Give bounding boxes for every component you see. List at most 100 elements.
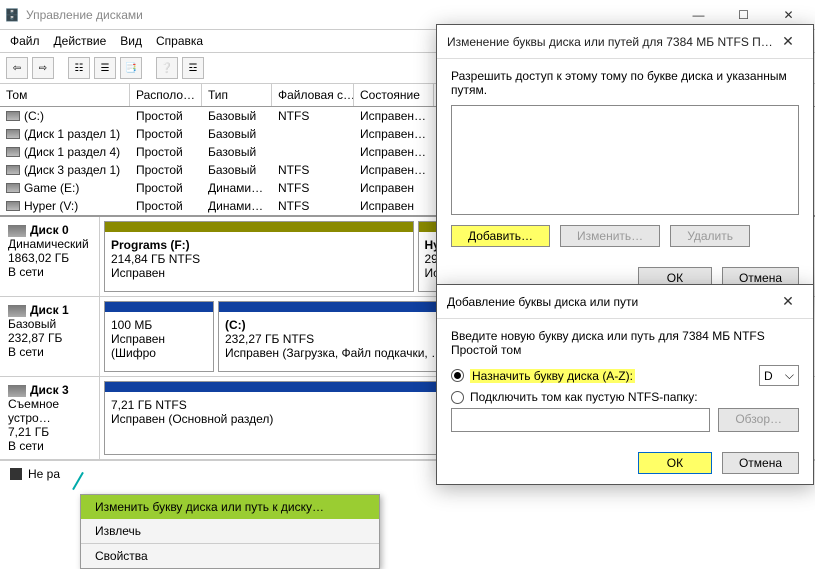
disk3-status: В сети: [8, 439, 91, 453]
radio-assign-letter[interactable]: [451, 369, 464, 382]
tool-back[interactable]: ⇦: [6, 57, 28, 79]
vol-layout: Простой: [130, 144, 202, 160]
menu-view[interactable]: Вид: [120, 34, 142, 48]
dlg2-title: Добавление буквы диска или пути: [447, 295, 773, 309]
tool-fwd[interactable]: ⇨: [32, 57, 54, 79]
disk-icon: [8, 225, 26, 237]
disk-icon: [8, 305, 26, 317]
vol-type: Базовый: [202, 144, 272, 160]
disk0-part-programs[interactable]: Programs (F:) 214,84 ГБ NTFS Исправен: [104, 221, 414, 292]
mount-path-input[interactable]: [451, 408, 710, 432]
volume-icon: [6, 183, 20, 193]
menu-file[interactable]: Файл: [10, 34, 40, 48]
vol-fs: [272, 133, 354, 135]
ctx-change-letter[interactable]: Изменить букву диска или путь к диску…: [81, 495, 379, 519]
vol-type: Динами…: [202, 198, 272, 214]
tool-props[interactable]: ☲: [182, 57, 204, 79]
disk0-type: Динамический: [8, 237, 91, 251]
vol-name: (C:): [24, 109, 44, 123]
dlg1-close[interactable]: ✕: [773, 33, 803, 50]
disk1-part-sys[interactable]: 100 МБ Исправен (Шифро: [104, 301, 214, 372]
vol-layout: Простой: [130, 180, 202, 196]
col-layout[interactable]: Располо…: [130, 84, 202, 106]
legend-unalloc: Не ра: [28, 467, 60, 481]
dlg2-opt-letter-label: Назначить букву диска (A-Z):: [470, 369, 635, 383]
disk-label-3[interactable]: Диск 3 Съемное устро… 7,21 ГБ В сети: [0, 377, 100, 459]
legend-swatch: [10, 468, 22, 480]
drive-letter-select[interactable]: D ⌵: [759, 365, 799, 386]
ctx-eject[interactable]: Извлечь: [81, 519, 379, 543]
vol-fs: NTFS: [272, 108, 354, 124]
menu-help[interactable]: Справка: [156, 34, 203, 48]
vol-fs: NTFS: [272, 162, 354, 178]
volume-icon: [6, 201, 20, 211]
disk-label-1[interactable]: Диск 1 Базовый 232,87 ГБ В сети: [0, 297, 100, 376]
disk3-title: Диск 3: [30, 383, 69, 397]
disk1-title: Диск 1: [30, 303, 69, 317]
disk1-status: В сети: [8, 345, 91, 359]
vol-fs: NTFS: [272, 180, 354, 196]
tool-help[interactable]: ❔: [156, 57, 178, 79]
disk-icon: [8, 385, 26, 397]
disk-label-0[interactable]: Диск 0 Динамический 1863,02 ГБ В сети: [0, 217, 100, 296]
app-icon: 🗄️: [4, 7, 20, 23]
dlg1-remove-button[interactable]: Удалить: [670, 225, 750, 247]
vol-state: Исправен…: [354, 108, 434, 124]
volume-icon: [6, 147, 20, 157]
vol-state: Исправен: [354, 180, 434, 196]
dlg1-path-list[interactable]: [451, 105, 799, 215]
disk1-type: Базовый: [8, 317, 91, 331]
vol-name: Hyper (V:): [24, 199, 78, 213]
change-letter-dialog: Изменение буквы диска или путей для 7384…: [436, 24, 814, 300]
menu-action[interactable]: Действие: [54, 34, 107, 48]
vol-type: Динами…: [202, 180, 272, 196]
add-letter-dialog: Добавление буквы диска или пути ✕ Введит…: [436, 284, 814, 485]
col-type[interactable]: Тип: [202, 84, 272, 106]
vol-layout: Простой: [130, 108, 202, 124]
dlg2-opt-letter-row[interactable]: Назначить букву диска (A-Z): D ⌵: [451, 365, 799, 386]
vol-layout: Простой: [130, 162, 202, 178]
col-fs[interactable]: Файловая с…: [272, 84, 354, 106]
vol-state: Исправен…: [354, 126, 434, 142]
dlg1-add-button[interactable]: Добавить…: [451, 225, 550, 247]
vol-name: (Диск 3 раздел 1): [24, 163, 120, 177]
disk3-type: Съемное устро…: [8, 397, 91, 425]
context-menu: Изменить букву диска или путь к диску… И…: [80, 494, 380, 569]
vol-name: (Диск 1 раздел 1): [24, 127, 120, 141]
window-title: Управление дисками: [26, 8, 676, 22]
vol-name: Game (E:): [24, 181, 79, 195]
disk1-size: 232,87 ГБ: [8, 331, 91, 345]
vol-name: (Диск 1 раздел 4): [24, 145, 120, 159]
tool-panel-2[interactable]: ☰: [94, 57, 116, 79]
col-state[interactable]: Состояние: [354, 84, 434, 106]
vol-fs: NTFS: [272, 198, 354, 214]
vol-state: Исправен: [354, 198, 434, 214]
tool-panel-1[interactable]: ☷: [68, 57, 90, 79]
volume-icon: [6, 165, 20, 175]
browse-button[interactable]: Обзор…: [718, 408, 799, 432]
dlg1-prompt: Разрешить доступ к этому тому по букве д…: [451, 69, 799, 97]
dlg1-edit-button[interactable]: Изменить…: [560, 225, 660, 247]
dlg2-close[interactable]: ✕: [773, 293, 803, 310]
disk0-title: Диск 0: [30, 223, 69, 237]
col-vol[interactable]: Том: [0, 84, 130, 106]
ctx-properties[interactable]: Свойства: [81, 543, 379, 568]
dlg2-ok-button[interactable]: ОК: [638, 452, 712, 474]
disk3-size: 7,21 ГБ: [8, 425, 91, 439]
vol-type: Базовый: [202, 162, 272, 178]
radio-mount-folder[interactable]: [451, 391, 464, 404]
tool-refresh[interactable]: 📑: [120, 57, 142, 79]
dlg2-opt-mount-row[interactable]: Подключить том как пустую NTFS-папку:: [451, 390, 799, 404]
volume-icon: [6, 111, 20, 121]
volume-icon: [6, 129, 20, 139]
dlg1-title: Изменение буквы диска или путей для 7384…: [447, 35, 773, 49]
vol-state: Исправен…: [354, 144, 434, 160]
dlg2-opt-mount-label: Подключить том как пустую NTFS-папку:: [470, 390, 698, 404]
disk0-size: 1863,02 ГБ: [8, 251, 91, 265]
vol-type: Базовый: [202, 108, 272, 124]
vol-layout: Простой: [130, 198, 202, 214]
vol-type: Базовый: [202, 126, 272, 142]
vol-layout: Простой: [130, 126, 202, 142]
dlg2-cancel-button[interactable]: Отмена: [722, 452, 799, 474]
chevron-down-icon: ⌵: [785, 368, 794, 383]
